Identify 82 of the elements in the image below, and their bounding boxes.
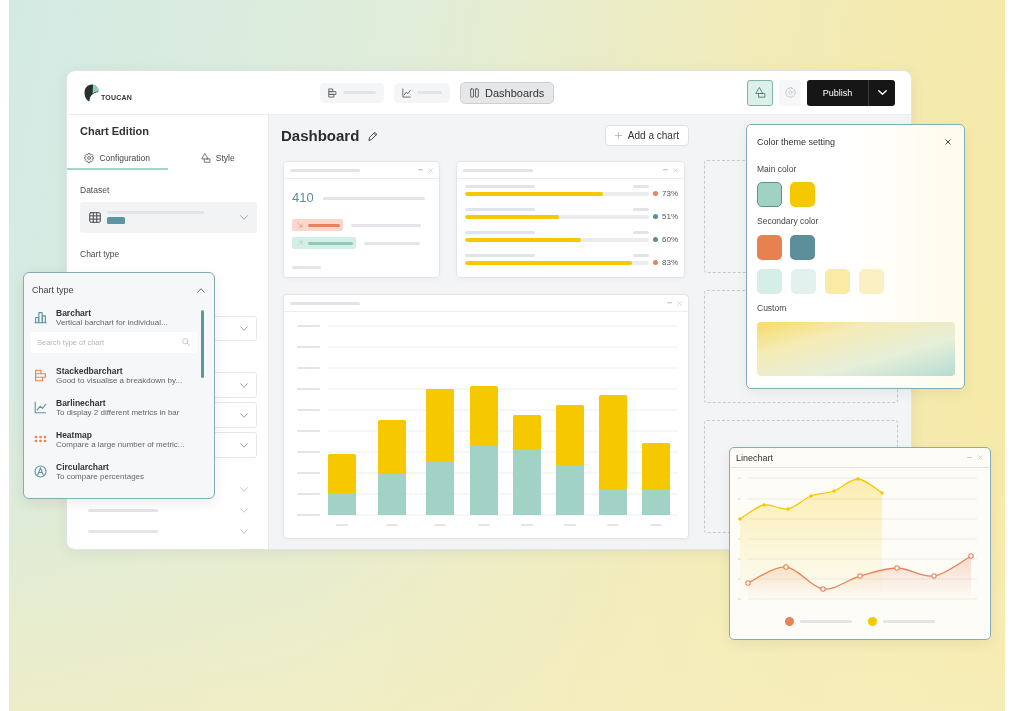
section-label: Secondary color bbox=[757, 216, 819, 227]
nav-tab[interactable] bbox=[394, 82, 450, 103]
chevron-down-icon bbox=[240, 382, 248, 388]
chevron-down-icon bbox=[240, 529, 248, 534]
scrollbar[interactable] bbox=[201, 310, 204, 378]
shapes-icon bbox=[754, 87, 766, 98]
tag-icon bbox=[107, 217, 125, 224]
chevron-down-icon bbox=[240, 487, 248, 492]
logo-icon bbox=[84, 83, 100, 102]
color-swatch[interactable] bbox=[791, 269, 816, 294]
field-label: Chart type bbox=[80, 249, 120, 260]
dots-grid-icon bbox=[34, 435, 47, 443]
tab[interactable]: Style bbox=[167, 147, 268, 170]
gradient-swatch[interactable] bbox=[757, 322, 955, 376]
placeholder-line bbox=[308, 241, 353, 245]
color-swatch[interactable] bbox=[757, 235, 782, 260]
publish-button[interactable]: Publish bbox=[807, 79, 868, 106]
circle-chart-icon bbox=[34, 464, 47, 478]
percent-label: 60% bbox=[662, 235, 678, 244]
kpi-value: 410 bbox=[292, 190, 314, 206]
minimize-icon[interactable] bbox=[667, 302, 672, 304]
columns-icon bbox=[470, 87, 479, 98]
minimize-icon[interactable] bbox=[967, 456, 972, 459]
color-swatch[interactable] bbox=[757, 269, 782, 294]
percent-label: 83% bbox=[662, 258, 678, 267]
chevron-down-icon bbox=[877, 90, 887, 95]
stacked-bars-icon bbox=[34, 368, 47, 382]
color-swatch[interactable] bbox=[825, 269, 850, 294]
chevron-down-icon bbox=[240, 215, 248, 220]
chevron-down-icon bbox=[240, 508, 248, 513]
section-label: Custom bbox=[757, 303, 787, 314]
percent-label: 51% bbox=[662, 212, 678, 221]
dropdown-header[interactable]: Chart type bbox=[32, 283, 205, 297]
nav-tab[interactable]: Dashboards bbox=[460, 81, 555, 104]
chevron-down-icon bbox=[240, 326, 248, 331]
field-label: Dataset bbox=[80, 185, 110, 196]
popup-title: Color theme setting bbox=[757, 137, 836, 147]
dataset-dropdown[interactable] bbox=[80, 202, 257, 233]
color-swatch[interactable] bbox=[757, 182, 782, 207]
option-description: To compare percentages bbox=[56, 471, 145, 481]
close-icon[interactable] bbox=[945, 139, 951, 145]
settings-button[interactable] bbox=[779, 79, 801, 106]
arrow-up-right-icon bbox=[297, 240, 303, 246]
settings-icon bbox=[784, 87, 796, 98]
stacked-bars-icon bbox=[328, 87, 337, 98]
shapes-icon bbox=[200, 152, 211, 163]
chart-type-option[interactable]: Circularchart bbox=[56, 461, 109, 472]
bar-chart-icon bbox=[34, 310, 47, 324]
chart-type-option[interactable]: Stackedbarchart bbox=[56, 365, 123, 376]
section-label: Main color bbox=[757, 164, 797, 175]
option-description: Vertical barchart for individual... bbox=[56, 317, 168, 327]
nav-tab[interactable] bbox=[320, 82, 384, 103]
chart-type-option[interactable]: Barlinechart bbox=[56, 397, 106, 408]
percent-label: 73% bbox=[662, 189, 678, 198]
line-chart-icon bbox=[34, 400, 47, 414]
color-swatch[interactable] bbox=[790, 235, 815, 260]
add-chart-button[interactable]: Add a chart bbox=[604, 125, 689, 146]
arrow-down-right-icon bbox=[297, 222, 303, 228]
chart-type-option[interactable]: Barchart bbox=[56, 307, 91, 318]
page-title: Dashboard bbox=[281, 127, 360, 144]
color-swatch[interactable] bbox=[790, 182, 815, 207]
pencil-icon[interactable] bbox=[368, 130, 379, 141]
color-swatch[interactable] bbox=[859, 269, 884, 294]
option-description: Compare a large number of metric... bbox=[56, 439, 185, 449]
minimize-icon[interactable] bbox=[663, 169, 668, 171]
chart-type-option[interactable]: Heatmap bbox=[56, 429, 92, 440]
plus-icon bbox=[614, 132, 622, 139]
table-icon bbox=[89, 212, 101, 223]
placeholder-line bbox=[308, 223, 340, 227]
dropdown-button[interactable] bbox=[868, 79, 895, 106]
style-button[interactable] bbox=[747, 79, 773, 106]
tab[interactable]: Configuration bbox=[67, 147, 168, 170]
settings-icon bbox=[84, 152, 95, 163]
minimize-icon[interactable] bbox=[418, 169, 423, 171]
chevron-down-icon bbox=[240, 442, 248, 448]
search-icon bbox=[182, 338, 190, 346]
panel-title: Chart Edition bbox=[80, 124, 150, 138]
popup-title: Linechart bbox=[736, 452, 774, 463]
option-description: Good to visualise a breakdown by... bbox=[56, 375, 183, 385]
chevron-down-icon bbox=[240, 412, 248, 418]
line-chart-icon bbox=[402, 87, 411, 98]
option-description: To display 2 different metrics in bar bbox=[56, 407, 180, 417]
